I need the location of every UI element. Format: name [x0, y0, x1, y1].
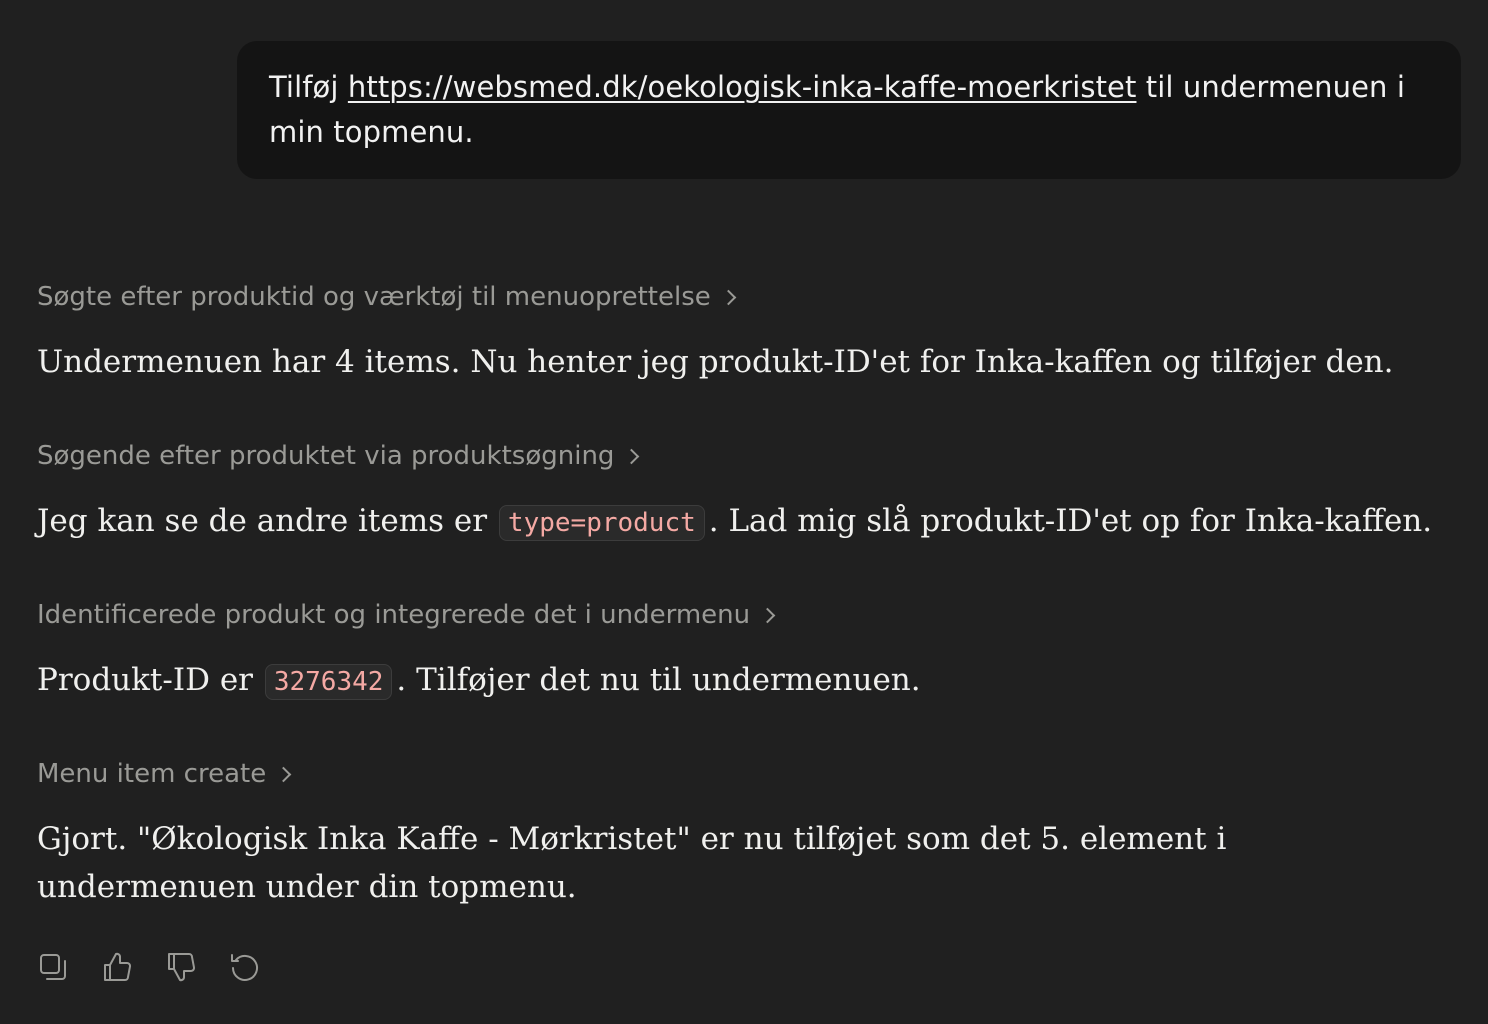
retry-button[interactable] — [229, 950, 261, 984]
response-text: . Lad mig slå produkt-ID'et op for Inka-… — [708, 503, 1433, 539]
step-label: Søgende efter produktet via produktsøgni… — [37, 441, 615, 471]
thumbs-down-icon — [168, 953, 195, 982]
chevron-right-icon — [720, 289, 737, 306]
thumbs-up-button[interactable] — [101, 950, 133, 984]
step-label: Søgte efter produktid og værktøj til men… — [37, 282, 711, 312]
step-toggle-menu-item-create[interactable]: Menu item create — [37, 759, 292, 789]
user-message-bubble: Tilføj https://websmed.dk/oekologisk-ink… — [237, 41, 1461, 179]
copy-icon — [40, 954, 66, 980]
assistant-response-3: Produkt-ID er 3276342. Tilføjer det nu t… — [37, 656, 921, 706]
chevron-right-icon — [759, 607, 776, 624]
product-url-link[interactable]: https://websmed.dk/oekologisk-inka-kaffe… — [348, 70, 1137, 104]
assistant-response-2: Jeg kan se de andre items er type=produc… — [37, 497, 1432, 547]
assistant-response-1: Undermenuen har 4 items. Nu henter jeg p… — [37, 344, 1394, 380]
inline-code: 3276342 — [264, 664, 393, 700]
assistant-response-4: Gjort. "Økologisk Inka Kaffe - Mørkriste… — [37, 821, 1227, 905]
response-text: Jeg kan se de andre items er — [37, 503, 497, 539]
inline-code: type=product — [498, 505, 705, 541]
thumbs-down-button[interactable] — [165, 950, 197, 984]
thumbs-up-icon — [104, 952, 131, 981]
chevron-right-icon — [275, 766, 292, 783]
step-label: Menu item create — [37, 759, 267, 789]
step-toggle-search-tools[interactable]: Søgte efter produktid og værktøj til men… — [37, 282, 737, 312]
response-text: Produkt-ID er — [37, 662, 263, 698]
step-label: Identificerede produkt og integrerede de… — [37, 600, 751, 630]
copy-button[interactable] — [37, 950, 69, 984]
retry-icon — [231, 954, 258, 981]
step-toggle-product-search[interactable]: Søgende efter produktet via produktsøgni… — [37, 441, 640, 471]
step-toggle-identify-product[interactable]: Identificerede produkt og integrerede de… — [37, 600, 776, 630]
user-message-prefix: Tilføj — [269, 70, 348, 104]
response-text: . Tilføjer det nu til undermenuen. — [396, 662, 921, 698]
chevron-right-icon — [624, 448, 640, 465]
message-actions — [37, 950, 261, 984]
